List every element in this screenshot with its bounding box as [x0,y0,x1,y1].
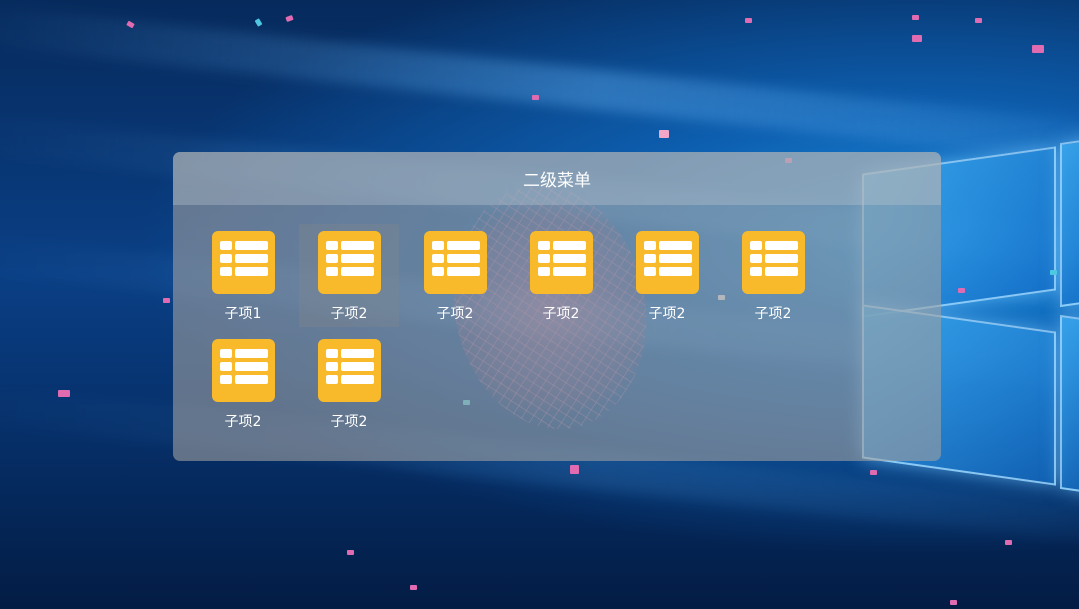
confetti-particle [58,390,70,397]
secondary-menu-panel: 二级菜单 子项1 子项2 子项2 子项2 子项2 子项2 子项2 子项2 [173,152,941,461]
confetti-particle [950,600,957,605]
confetti-particle [410,585,417,590]
windows-logo-pane [1060,314,1079,496]
confetti-particle [1005,540,1012,545]
menu-item-4[interactable]: 子项2 [511,224,611,327]
table-list-icon [635,231,699,294]
confetti-particle [958,288,965,293]
menu-item-label: 子项2 [224,414,262,430]
grid-spacer [829,224,935,332]
menu-item-8[interactable]: 子项2 [299,332,399,435]
menu-item-1[interactable]: 子项1 [193,224,293,327]
table-list-icon [529,231,593,294]
menu-item-label: 子项2 [754,306,792,322]
confetti-particle [163,298,170,303]
table-list-icon [317,339,381,402]
menu-item-label: 子项2 [648,306,686,322]
menu-item-6[interactable]: 子项2 [723,224,823,327]
confetti-particle [659,130,669,138]
confetti-particle [254,18,263,27]
confetti-particle [912,35,922,42]
menu-item-label: 子项2 [436,306,474,322]
confetti-particle [1050,270,1057,275]
menu-item-label: 子项2 [330,414,368,430]
confetti-particle [870,470,877,475]
table-list-icon [211,339,275,402]
confetti-particle [1032,45,1044,53]
panel-header: 二级菜单 [173,152,941,205]
table-list-icon [741,231,805,294]
confetti-particle [347,550,354,555]
windows-logo-pane [1060,136,1079,308]
menu-item-label: 子项2 [542,306,580,322]
menu-item-grid: 子项1 子项2 子项2 子项2 子项2 子项2 子项2 子项2 [193,224,941,440]
menu-item-label: 子项2 [330,306,368,322]
confetti-particle [532,95,539,100]
confetti-particle [285,14,294,23]
confetti-particle [975,18,982,23]
menu-item-3[interactable]: 子项2 [405,224,505,327]
desktop-wallpaper: 二级菜单 子项1 子项2 子项2 子项2 子项2 子项2 子项2 子项2 [0,0,1079,609]
menu-item-label: 子项1 [224,306,262,322]
confetti-particle [745,18,752,23]
table-list-icon [211,231,275,294]
menu-item-5[interactable]: 子项2 [617,224,717,327]
menu-item-7[interactable]: 子项2 [193,332,293,435]
panel-body: 子项1 子项2 子项2 子项2 子项2 子项2 子项2 子项2 [173,205,941,440]
menu-item-2[interactable]: 子项2 [299,224,399,327]
confetti-particle [570,465,579,474]
confetti-particle [912,15,919,20]
table-list-icon [423,231,487,294]
table-list-icon [317,231,381,294]
panel-title: 二级菜单 [523,171,591,191]
